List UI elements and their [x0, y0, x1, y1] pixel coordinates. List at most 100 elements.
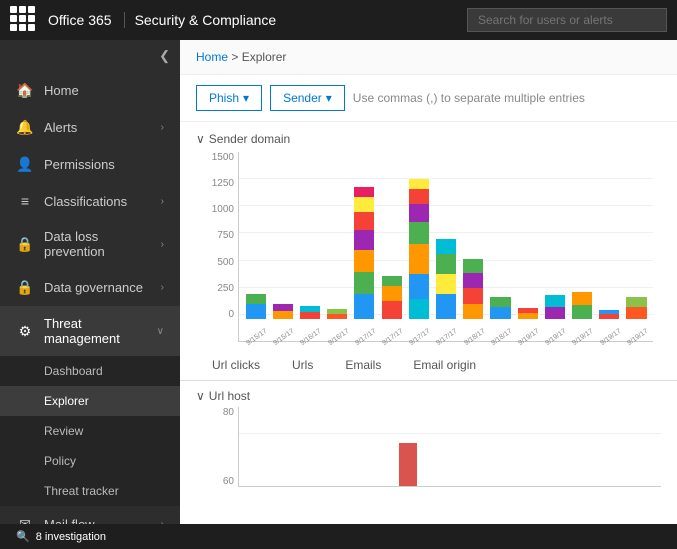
sidebar-item-classifications[interactable]: ≡ Classifications ›: [0, 183, 180, 219]
sidebar-item-permissions[interactable]: 👤 Permissions: [0, 146, 180, 183]
sidebar-item-label: Threat management: [44, 316, 147, 346]
chart2-wrapper: 80 60: [238, 407, 661, 487]
chevron-icon: ›: [161, 282, 164, 293]
breadcrumb: Home > Explorer: [180, 40, 677, 75]
y-label-1500: 1500: [196, 152, 234, 163]
tab-emails[interactable]: Emails: [329, 352, 397, 380]
chevron-icon: ›: [161, 519, 164, 524]
sidebar-item-tracker[interactable]: Threat tracker: [0, 476, 180, 506]
sidebar-item-label: Home: [44, 83, 164, 98]
sidebar-item-dashboard[interactable]: Dashboard: [0, 356, 180, 386]
bar-group: [433, 239, 458, 319]
bar-group: [379, 276, 404, 319]
x-label: 9/19/17 12:00 AM: [572, 327, 597, 347]
phish-chevron-icon: ▾: [243, 91, 249, 105]
url-host-section: ∨ Url host 80 60: [180, 381, 677, 495]
x-label: 9/17/17 12:00 PM: [381, 327, 406, 347]
sidebar-item-alerts[interactable]: 🔔 Alerts ›: [0, 109, 180, 146]
sidebar: ❮ 🏠 Home 🔔 Alerts › 👤 Permissions ≡ Clas…: [0, 40, 180, 524]
x-label: 9/18/17 12:00 PM: [490, 327, 515, 347]
governance-icon: 🔒: [16, 279, 34, 296]
y-axis-2: 80 60: [196, 407, 234, 487]
waffle-menu[interactable]: [10, 6, 38, 34]
tab-emailorigin[interactable]: Email origin: [397, 352, 492, 380]
phish-label: Phish: [209, 91, 239, 105]
status-label: 8 investigation: [36, 531, 106, 543]
sidebar-item-mailflow[interactable]: ✉ Mail flow ›: [0, 506, 180, 524]
alerts-icon: 🔔: [16, 119, 34, 136]
search-input[interactable]: [467, 8, 667, 32]
breadcrumb-current: Explorer: [242, 50, 287, 64]
chevron-icon: ›: [161, 122, 164, 133]
sidebar-item-label: Classifications: [44, 194, 151, 209]
x-label: 9/16/17 12:00 AM: [300, 327, 325, 347]
chart1-title: ∨ Sender domain: [196, 132, 661, 146]
sidebar-item-governance[interactable]: 🔒 Data governance ›: [0, 269, 180, 306]
y-label-1250: 1250: [196, 178, 234, 189]
breadcrumb-separator: >: [231, 50, 238, 64]
bar-group: [270, 304, 295, 319]
classifications-icon: ≡: [16, 193, 34, 209]
sidebar-item-threat[interactable]: ⚙ Threat management ∨: [0, 306, 180, 356]
dlp-icon: 🔒: [16, 236, 34, 253]
chart2-chevron-icon: ∨: [196, 389, 205, 403]
x-label: 9/15/17 12:00 PM: [272, 327, 297, 347]
bar-group: [542, 295, 567, 319]
bar-group: [325, 309, 350, 319]
sender-chevron-icon: ▾: [326, 91, 332, 105]
sidebar-item-home[interactable]: 🏠 Home: [0, 72, 180, 109]
x-label: 9/19/17 12:00 PM: [626, 327, 651, 347]
threat-icon: ⚙: [16, 323, 34, 340]
x-label: 9/17/17 12:00 AM: [408, 327, 433, 347]
chart1-chevron-icon: ∨: [196, 132, 205, 146]
x-label: 9/16/17 12:00 PM: [327, 327, 352, 347]
chart-tabs: Url clicks Urls Emails Email origin: [180, 352, 677, 381]
sender-button[interactable]: Sender ▾: [270, 85, 345, 111]
sidebar-item-policy[interactable]: Policy: [0, 446, 180, 476]
y-axis: 1500 1250 1000 750 500 250 0: [196, 152, 234, 320]
x-label: 9/17/17 12:00 AM: [354, 327, 379, 347]
phish-button[interactable]: Phish ▾: [196, 85, 262, 111]
x-label: 9/18/17 12:00 AM: [463, 327, 488, 347]
chart2-area: [238, 407, 661, 487]
bar-group: [515, 308, 540, 319]
toolbar-hint: Use commas (,) to separate multiple entr…: [353, 91, 585, 105]
mailflow-icon: ✉: [16, 516, 34, 524]
bar-group: [352, 187, 377, 319]
chart1-title-text: Sender domain: [209, 132, 290, 146]
url-host-bar: [399, 443, 417, 486]
x-label: 9/17/17 12:00 PM: [436, 327, 461, 347]
bar-group: [597, 310, 622, 319]
x-label: 9/19/17 12:00 PM: [545, 327, 570, 347]
tab-urls[interactable]: Urls: [276, 352, 329, 380]
main-content: Home > Explorer Phish ▾ Sender ▾ Use com…: [180, 40, 677, 524]
chevron-down-icon: ∨: [157, 326, 164, 337]
chart2-title-text: Url host: [209, 389, 250, 403]
y-label-250: 250: [196, 283, 234, 294]
chevron-icon: ›: [161, 196, 164, 207]
sidebar-item-dlp[interactable]: 🔒 Data loss prevention ›: [0, 219, 180, 269]
chart2-title: ∨ Url host: [196, 389, 661, 403]
sidebar-item-explorer[interactable]: Explorer: [0, 386, 180, 416]
sidebar-item-review[interactable]: Review: [0, 416, 180, 446]
bars-container: [243, 152, 649, 319]
y-label-500: 500: [196, 257, 234, 268]
threat-submenu: Dashboard Explorer Review Policy Threat …: [0, 356, 180, 506]
sidebar-item-label: Data governance: [44, 280, 151, 295]
bar-group: [488, 297, 513, 319]
x-label: 9/15/17 12:00 AM: [245, 327, 270, 347]
x-label: 9/19/17 12:00 PM: [599, 327, 624, 347]
bar-group: [243, 294, 268, 319]
home-icon: 🏠: [16, 82, 34, 99]
breadcrumb-home[interactable]: Home: [196, 50, 228, 64]
sidebar-item-label: Alerts: [44, 120, 151, 135]
y-label-80: 80: [196, 407, 234, 418]
tab-urlclicks[interactable]: Url clicks: [196, 352, 276, 380]
bar-group: [569, 292, 594, 319]
bar-group: [624, 297, 649, 319]
sidebar-collapse-btn[interactable]: ❮: [0, 40, 180, 72]
y-label-750: 750: [196, 230, 234, 241]
y-label-1000: 1000: [196, 204, 234, 215]
y-label-0: 0: [196, 309, 234, 320]
chevron-icon: ›: [161, 239, 164, 250]
